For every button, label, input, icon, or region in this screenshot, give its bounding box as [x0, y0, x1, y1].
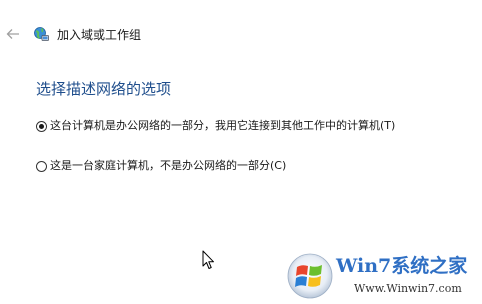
windows-logo-icon — [287, 253, 333, 299]
option-work-network-label[interactable]: 这台计算机是办公网络的一部分，我用它连接到其他工作中的计算机(T) — [50, 118, 395, 134]
option-work-network[interactable]: 这台计算机是办公网络的一部分，我用它连接到其他工作中的计算机(T) — [36, 118, 395, 134]
back-arrow-icon[interactable] — [5, 26, 21, 42]
radio-selected-dot — [39, 123, 44, 129]
watermark: Win7系统之家 Www.Winwin7.com — [284, 248, 478, 302]
option-home-computer-label[interactable]: 这是一台家庭计算机，不是办公网络的一部分(C) — [50, 158, 286, 174]
network-wizard-icon — [34, 27, 49, 41]
watermark-url: Www.Winwin7.com — [354, 282, 462, 295]
page-heading: 选择描述网络的选项 — [36, 80, 172, 98]
radio-button-home-computer[interactable] — [36, 160, 47, 172]
option-home-computer[interactable]: 这是一台家庭计算机，不是办公网络的一部分(C) — [36, 158, 286, 174]
mouse-pointer-icon — [202, 250, 214, 269]
window-title: 加入域或工作组 — [57, 28, 142, 42]
radio-button-work-network[interactable] — [36, 120, 47, 132]
watermark-brand: Win7系统之家 — [336, 255, 468, 277]
